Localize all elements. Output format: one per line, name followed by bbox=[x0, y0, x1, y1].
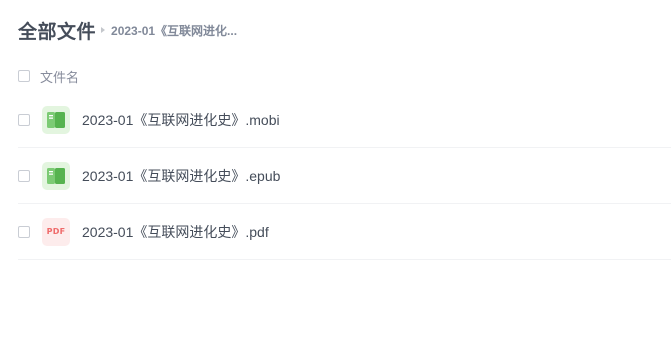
breadcrumb-current: 2023-01《互联网进化... bbox=[111, 23, 238, 38]
pdf-icon: PDF bbox=[42, 217, 70, 246]
page-header: 全部文件 2023-01《互联网进化... bbox=[18, 16, 237, 44]
file-row[interactable]: 2023-01《互联网进化史》.mobi bbox=[18, 92, 671, 148]
file-row[interactable]: 2023-01《互联网进化史》.epub bbox=[18, 148, 671, 204]
file-name[interactable]: 2023-01《互联网进化史》.pdf bbox=[82, 222, 269, 242]
ebook-icon bbox=[42, 161, 70, 190]
column-header-filename[interactable]: 文件名 bbox=[40, 67, 79, 86]
file-list-header: 文件名 bbox=[18, 66, 79, 86]
select-all-checkbox[interactable] bbox=[18, 70, 30, 82]
file-row[interactable]: PDF 2023-01《互联网进化史》.pdf bbox=[18, 204, 671, 260]
row-checkbox[interactable] bbox=[18, 225, 30, 238]
breadcrumb-separator-icon bbox=[101, 27, 106, 33]
row-checkbox[interactable] bbox=[18, 169, 30, 182]
file-list: 2023-01《互联网进化史》.mobi 2023-01《互联网进化史》.epu… bbox=[18, 92, 671, 260]
file-name[interactable]: 2023-01《互联网进化史》.mobi bbox=[82, 110, 280, 130]
page-title[interactable]: 全部文件 bbox=[18, 17, 96, 44]
row-checkbox[interactable] bbox=[18, 113, 30, 126]
ebook-icon bbox=[42, 105, 70, 134]
file-name[interactable]: 2023-01《互联网进化史》.epub bbox=[82, 166, 280, 186]
pdf-icon-label: PDF bbox=[46, 227, 66, 236]
